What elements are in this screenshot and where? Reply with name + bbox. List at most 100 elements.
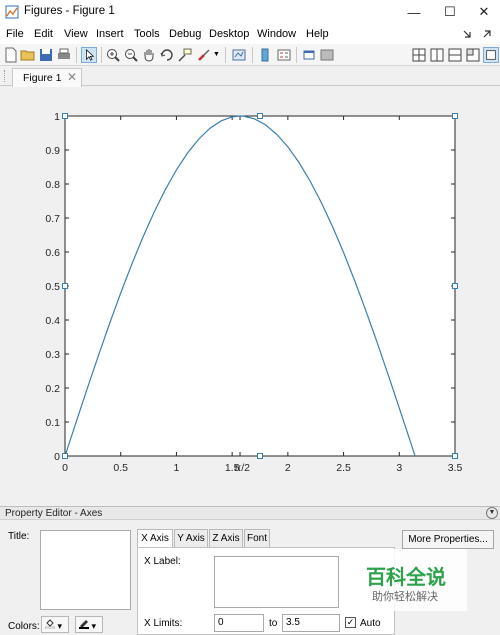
insert-legend-icon[interactable] bbox=[276, 47, 292, 63]
hide-plot-tools-icon[interactable] bbox=[301, 47, 317, 63]
vertical-split-icon[interactable] bbox=[429, 47, 445, 63]
minimize-button[interactable]: — bbox=[396, 0, 432, 24]
pencil-icon bbox=[79, 620, 89, 629]
to-label: to bbox=[269, 618, 278, 629]
pan-hand-icon[interactable] bbox=[141, 47, 157, 63]
menu-insert[interactable]: Insert bbox=[96, 28, 124, 40]
selection-handle bbox=[257, 453, 263, 459]
zoom-in-icon[interactable] bbox=[105, 47, 121, 63]
auto-label: Auto bbox=[360, 618, 381, 629]
y-tick-label: 0.8 bbox=[45, 179, 60, 191]
save-icon[interactable] bbox=[38, 47, 54, 63]
tab-figure-1[interactable]: Figure 1 ✕ bbox=[12, 68, 82, 87]
x-tick-label: 2.5 bbox=[336, 462, 351, 474]
menu-tools[interactable]: Tools bbox=[134, 28, 160, 40]
x-tick-label: 3 bbox=[396, 462, 402, 474]
y-tick-label: 0.7 bbox=[45, 213, 60, 225]
watermark-sub-text: 助你轻松解决 bbox=[372, 590, 438, 603]
x-label-textarea[interactable] bbox=[214, 556, 339, 608]
auto-limits-checkbox[interactable]: ✓ bbox=[345, 617, 356, 628]
toolbar-separator bbox=[252, 47, 253, 63]
menu-desktop[interactable]: Desktop bbox=[209, 28, 249, 40]
toolbar-separator bbox=[76, 47, 77, 63]
new-figure-icon[interactable] bbox=[3, 47, 19, 63]
maximize-button[interactable]: ☐ bbox=[432, 0, 468, 24]
tab-close-icon[interactable]: ✕ bbox=[67, 70, 77, 84]
menu-bar: File Edit View Insert Tools Debug Deskto… bbox=[0, 24, 500, 44]
y-tick-label: 0.1 bbox=[45, 417, 60, 429]
close-window-button[interactable]: ✕ bbox=[466, 0, 500, 24]
selection-handle bbox=[257, 113, 263, 119]
window-title: Figures - Figure 1 bbox=[24, 5, 115, 17]
toolbar-separator bbox=[225, 47, 226, 63]
face-color-dropdown[interactable]: ▾ bbox=[41, 616, 69, 633]
property-editor-panel: Title: Colors: ▾ ▾ X Axis Y Axis Z Axis … bbox=[0, 520, 500, 635]
toolbar-separator bbox=[296, 47, 297, 63]
menu-window[interactable]: Window bbox=[257, 28, 296, 40]
watermark-main-text: 百科全说 bbox=[366, 565, 446, 589]
tab-label: Figure 1 bbox=[23, 72, 62, 84]
paint-bucket-icon bbox=[44, 619, 56, 630]
toolbar-separator bbox=[101, 47, 102, 63]
property-editor-title: Property Editor - Axes bbox=[5, 508, 103, 519]
figure-tab-strip: Figure 1 ✕ bbox=[0, 66, 500, 87]
property-editor-header: Property Editor - Axes ▼ bbox=[0, 506, 500, 520]
x-tick-label: 2 bbox=[285, 462, 291, 474]
x-limits-label: X Limits: bbox=[144, 618, 183, 629]
x-limit-max-input[interactable]: 3.5 bbox=[282, 614, 340, 632]
tab-grip-handle[interactable] bbox=[4, 70, 6, 82]
selection-handle bbox=[62, 453, 68, 459]
collapse-icon[interactable]: ▼ bbox=[486, 507, 498, 519]
figure-toolbar: ▼ bbox=[0, 44, 500, 66]
undock-icon[interactable] bbox=[482, 29, 492, 39]
tab-x-axis[interactable]: X Axis bbox=[137, 529, 173, 548]
data-cursor-icon[interactable] bbox=[177, 47, 193, 63]
edit-plot-pointer-icon[interactable] bbox=[81, 47, 97, 63]
x-tick-label: 0.5 bbox=[113, 462, 128, 474]
selection-handle bbox=[62, 113, 68, 119]
rotate-3d-icon[interactable] bbox=[159, 47, 175, 63]
baike-watermark: 百科全说 助你轻松解决 bbox=[349, 549, 467, 611]
menu-edit[interactable]: Edit bbox=[34, 28, 53, 40]
y-tick-label: 0.9 bbox=[45, 145, 60, 157]
tile-layout-icon[interactable] bbox=[411, 47, 427, 63]
x-tick-label: 0 bbox=[62, 462, 68, 474]
x-tick-label-pi-half: π/2 bbox=[234, 462, 250, 474]
float-layout-icon[interactable] bbox=[465, 47, 481, 63]
brush-dropdown-icon[interactable]: ▼ bbox=[213, 51, 229, 67]
maximize-layout-icon[interactable] bbox=[483, 47, 499, 63]
tab-font[interactable]: Font bbox=[244, 529, 270, 547]
y-tick-label: 0.6 bbox=[45, 247, 60, 259]
dock-arrow-icon[interactable] bbox=[462, 29, 472, 39]
horizontal-split-icon[interactable] bbox=[447, 47, 463, 63]
tab-z-axis[interactable]: Z Axis bbox=[209, 529, 243, 547]
matlab-figure-icon bbox=[5, 5, 19, 19]
menu-view[interactable]: View bbox=[64, 28, 88, 40]
insert-colorbar-icon[interactable] bbox=[257, 47, 273, 63]
title-textarea[interactable] bbox=[40, 530, 131, 610]
more-properties-button[interactable]: More Properties... bbox=[402, 530, 494, 549]
menu-help[interactable]: Help bbox=[306, 28, 329, 40]
y-tick-label: 1 bbox=[54, 111, 60, 123]
sine-plot[interactable]: 0 0.5 1 1.5 2 2.5 3 3.5π/200.10.20.30.40.50.60.… bbox=[0, 87, 500, 505]
menu-debug[interactable]: Debug bbox=[169, 28, 201, 40]
x-tick-label: 3.5 bbox=[448, 462, 463, 474]
figure-canvas[interactable]: 0 0.5 1 1.5 2 2.5 3 3.5 π/2 0 0.1 0.2 0.3 0.4 0.5 0.6 0.… bbox=[0, 87, 500, 505]
selection-handle bbox=[452, 453, 458, 459]
x-limit-min-input[interactable]: 0 bbox=[214, 614, 264, 632]
print-icon[interactable] bbox=[56, 47, 72, 63]
link-plot-icon[interactable] bbox=[231, 47, 247, 63]
x-label-label: X Label: bbox=[144, 556, 181, 567]
y-tick-label: 0.3 bbox=[45, 349, 60, 361]
edge-color-dropdown[interactable]: ▾ bbox=[75, 616, 103, 633]
brush-icon[interactable] bbox=[196, 47, 212, 63]
y-tick-label: 0.2 bbox=[45, 383, 60, 395]
show-plot-tools-icon[interactable] bbox=[319, 47, 335, 63]
menu-file[interactable]: File bbox=[6, 28, 24, 40]
title-label: Title: bbox=[8, 531, 30, 542]
tab-y-axis[interactable]: Y Axis bbox=[174, 529, 208, 547]
zoom-out-icon[interactable] bbox=[123, 47, 139, 63]
selection-handle bbox=[62, 283, 68, 289]
open-file-icon[interactable] bbox=[20, 47, 36, 63]
y-tick-label: 0.4 bbox=[45, 315, 60, 327]
